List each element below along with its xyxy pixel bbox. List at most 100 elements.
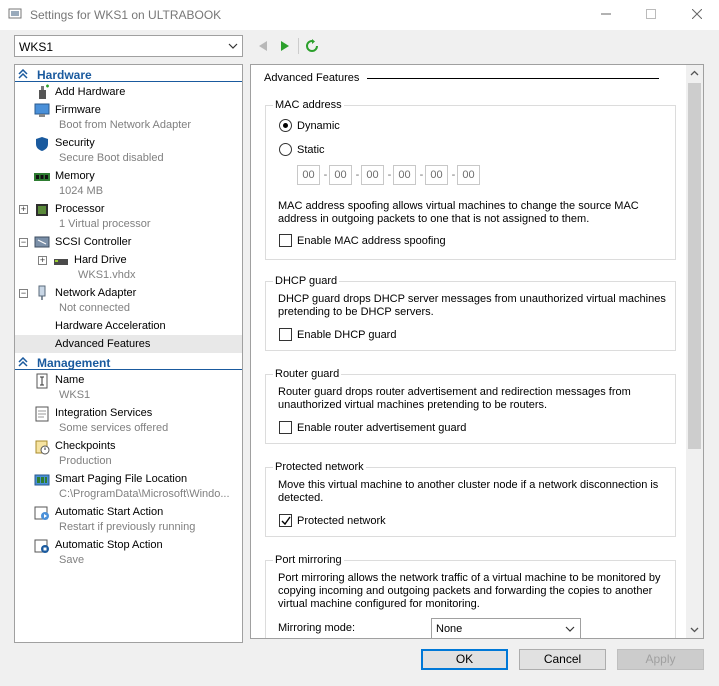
sidebar-item-sub: Boot from Network Adapter [59, 119, 192, 131]
sidebar-item-label: Hardware Acceleration [55, 320, 166, 332]
protected-network-group: Protected network Move this virtual mach… [265, 461, 676, 537]
dhcp-guard-description: DHCP guard drops DHCP server messages fr… [278, 293, 666, 318]
scrollbar-thumb[interactable] [688, 83, 701, 449]
sidebar-item-security[interactable]: Security Secure Boot disabled [15, 134, 242, 167]
cancel-button[interactable]: Cancel [519, 649, 606, 670]
expand-toggle[interactable]: + [19, 205, 28, 214]
sidebar-item-name[interactable]: Name WKS1 [15, 371, 242, 404]
scroll-down-icon[interactable] [690, 625, 699, 634]
advanced-features-panel: Advanced Features MAC address Dynamic St… [250, 64, 704, 639]
hardware-section-header[interactable]: Hardware [15, 66, 242, 82]
sidebar-item-sub: 1 Virtual processor [59, 218, 151, 230]
scroll-up-icon[interactable] [690, 69, 699, 78]
dhcp-guard-title: DHCP guard [273, 275, 340, 287]
sidebar-item-sub: Production [59, 455, 112, 467]
sidebar-item-label: Automatic Start Action [55, 506, 164, 518]
minimize-icon [601, 13, 611, 15]
protected-network-title: Protected network [273, 461, 366, 473]
sidebar-item-processor[interactable]: + Processor 1 Virtual processor [15, 200, 242, 233]
dhcp-guard-checkbox[interactable] [279, 328, 292, 341]
page-title: Advanced Features [264, 72, 360, 84]
forward-arrow-icon[interactable] [278, 39, 292, 53]
sidebar-item-automatic-stop-action[interactable]: Automatic Stop Action Save [15, 536, 242, 569]
router-guard-description: Router guard drops router advertisement … [278, 386, 631, 411]
router-guard-label: Enable router advertisement guard [297, 422, 467, 434]
management-section-header[interactable]: Management [15, 354, 242, 370]
settings-tree: Hardware Add Hardware Firmware Boot from… [14, 64, 243, 643]
sidebar-item-sub: 1024 MB [59, 185, 104, 197]
sidebar-item-label: Smart Paging File Location [55, 473, 188, 485]
sidebar-item-sub: Secure Boot disabled [59, 152, 164, 164]
network-adapter-icon [38, 285, 46, 300]
apply-button[interactable]: Apply [617, 649, 704, 670]
sidebar-item-label: Advanced Features [55, 338, 151, 350]
sidebar-item-hardware-acceleration[interactable]: Hardware Acceleration [15, 317, 242, 335]
vm-selector-dropdown[interactable]: WKS1 [14, 35, 243, 57]
sidebar-item-add-hardware[interactable]: Add Hardware [15, 83, 242, 101]
dhcp-guard-group: DHCP guard DHCP guard drops DHCP server … [265, 275, 676, 351]
sidebar-item-smart-paging[interactable]: Smart Paging File Location C:\ProgramDat… [15, 470, 242, 503]
scsi-controller-icon [34, 236, 50, 248]
mac-octet-field[interactable]: 00 [329, 165, 352, 185]
ok-button[interactable]: OK [421, 649, 508, 670]
sidebar-item-label: Security [55, 137, 95, 149]
refresh-icon[interactable] [305, 39, 319, 53]
maximize-button[interactable] [633, 4, 669, 26]
sidebar-item-automatic-start-action[interactable]: Automatic Start Action Restart if previo… [15, 503, 242, 536]
mirroring-mode-value: None [436, 623, 463, 635]
heading-divider [367, 78, 659, 79]
sidebar-item-label: Integration Services [55, 407, 153, 419]
mirroring-mode-dropdown[interactable]: None [431, 618, 581, 638]
mac-octet-field[interactable]: 00 [393, 165, 416, 185]
sidebar-item-memory[interactable]: Memory 1024 MB [15, 167, 242, 200]
close-button[interactable] [679, 4, 715, 26]
automatic-start-icon [34, 506, 49, 520]
sidebar-item-hard-drive[interactable]: + Hard Drive WKS1.vhdx [15, 251, 242, 284]
sidebar-item-integration-services[interactable]: Integration Services Some services offer… [15, 404, 242, 437]
sidebar-item-sub: C:\ProgramData\Microsoft\Windo... [59, 488, 230, 500]
management-section-label: Management [37, 356, 111, 370]
name-icon [36, 373, 48, 389]
dhcp-guard-label: Enable DHCP guard [297, 329, 397, 341]
router-guard-checkbox[interactable] [279, 421, 292, 434]
sidebar-item-scsi-controller[interactable]: − SCSI Controller [15, 233, 242, 251]
sidebar-item-sub: Save [59, 554, 85, 566]
title-bar: Settings for WKS1 on ULTRABOOK [0, 0, 719, 30]
checkmark-icon [281, 516, 291, 526]
collapse-chevron-icon [18, 357, 28, 367]
collapse-toggle[interactable]: − [19, 238, 28, 247]
sidebar-item-label: Add Hardware [55, 86, 126, 98]
maximize-icon [646, 9, 656, 19]
protected-network-label: Protected network [297, 515, 386, 527]
dynamic-radio-label: Dynamic [297, 120, 340, 132]
window-title: Settings for WKS1 on ULTRABOOK [30, 8, 222, 22]
expand-toggle[interactable]: + [38, 256, 47, 265]
mac-octet-field[interactable]: 00 [457, 165, 480, 185]
minimize-button[interactable] [588, 4, 624, 26]
sidebar-item-sub: WKS1.vhdx [78, 269, 136, 281]
mac-octet-field[interactable]: 00 [297, 165, 320, 185]
static-mac-fields: 00 - 00 - 00 - 00 - 00 - 00 [297, 165, 497, 187]
protected-network-checkbox[interactable] [279, 514, 292, 527]
sidebar-item-checkpoints[interactable]: Checkpoints Production [15, 437, 242, 470]
sidebar-item-label: SCSI Controller [55, 236, 132, 248]
add-hardware-icon [39, 84, 49, 99]
chevron-down-icon [228, 43, 238, 49]
sidebar-item-firmware[interactable]: Firmware Boot from Network Adapter [15, 101, 242, 134]
memory-icon [34, 173, 50, 181]
mac-octet-field[interactable]: 00 [361, 165, 384, 185]
vertical-scrollbar[interactable] [686, 65, 703, 638]
checkpoints-icon [35, 440, 50, 455]
protected-network-description: Move this virtual machine to another clu… [278, 479, 659, 504]
firmware-icon [34, 103, 50, 117]
mac-octet-field[interactable]: 00 [425, 165, 448, 185]
dynamic-radio[interactable] [279, 119, 292, 132]
collapse-toggle[interactable]: − [19, 289, 28, 298]
hardware-section-label: Hardware [37, 68, 92, 82]
mac-spoofing-checkbox[interactable] [279, 234, 292, 247]
back-arrow-icon[interactable] [256, 39, 270, 53]
hard-drive-icon [54, 259, 68, 265]
sidebar-item-advanced-features[interactable]: Advanced Features [15, 335, 242, 353]
sidebar-item-network-adapter[interactable]: − Network Adapter Not connected [15, 284, 242, 317]
static-radio[interactable] [279, 143, 292, 156]
